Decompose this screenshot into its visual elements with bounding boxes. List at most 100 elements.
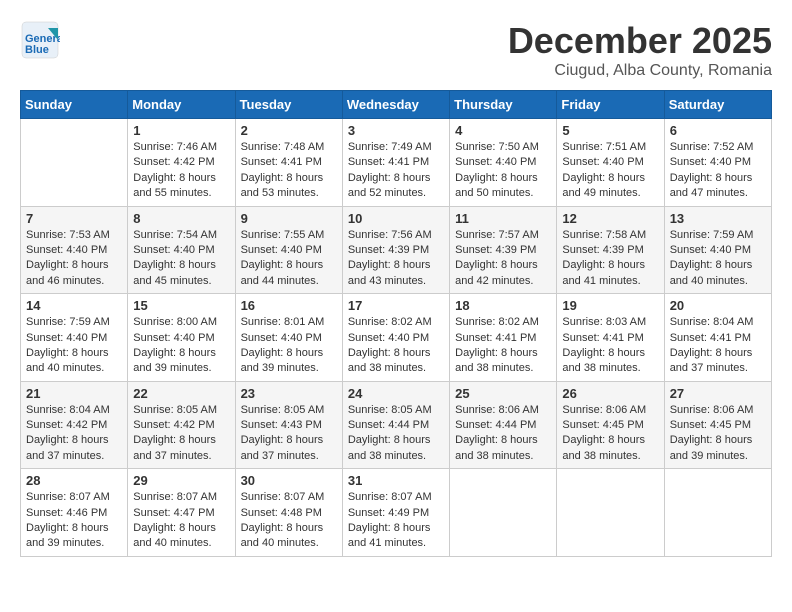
calendar-cell: 8 Sunrise: 7:54 AM Sunset: 4:40 PM Daylig… (128, 206, 235, 294)
page-header: General Blue December 2025 Ciugud, Alba … (20, 20, 772, 80)
calendar-week-5: 28 Sunrise: 8:07 AM Sunset: 4:46 PM Dayli… (21, 469, 772, 557)
day-info: Sunrise: 7:50 AM Sunset: 4:40 PM Dayligh… (455, 140, 551, 202)
calendar-cell: 31 Sunrise: 8:07 AM Sunset: 4:49 PM Dayli… (342, 469, 449, 557)
calendar-cell: 7 Sunrise: 7:53 AM Sunset: 4:40 PM Daylig… (21, 206, 128, 294)
calendar-cell: 25 Sunrise: 8:06 AM Sunset: 4:44 PM Dayli… (450, 381, 557, 469)
day-number: 17 (348, 298, 444, 313)
calendar-cell: 18Sunrise: 8:02 AM Sunset: 4:41 PM Dayli… (450, 294, 557, 382)
day-info: Sunrise: 8:07 AM Sunset: 4:46 PM Dayligh… (26, 490, 122, 552)
weekday-header-tuesday: Tuesday (235, 91, 342, 119)
calendar-table: SundayMondayTuesdayWednesdayThursdayFrid… (20, 90, 772, 557)
calendar-cell: 23 Sunrise: 8:05 AM Sunset: 4:43 PM Dayli… (235, 381, 342, 469)
calendar-cell: 28 Sunrise: 8:07 AM Sunset: 4:46 PM Dayli… (21, 469, 128, 557)
calendar-cell: 16Sunrise: 8:01 AM Sunset: 4:40 PM Dayli… (235, 294, 342, 382)
weekday-header-row: SundayMondayTuesdayWednesdayThursdayFrid… (21, 91, 772, 119)
title-block: December 2025 Ciugud, Alba County, Roman… (508, 20, 772, 80)
day-info: Sunrise: 8:02 AM Sunset: 4:40 PM Dayligh… (348, 315, 444, 377)
day-info: Sunrise: 7:54 AM Sunset: 4:40 PM Dayligh… (133, 228, 229, 290)
svg-text:Blue: Blue (25, 44, 49, 56)
weekday-header-monday: Monday (128, 91, 235, 119)
calendar-cell (557, 469, 664, 557)
calendar-cell: 15Sunrise: 8:00 AM Sunset: 4:40 PM Dayli… (128, 294, 235, 382)
day-number: 8 (133, 211, 229, 226)
calendar-cell (664, 469, 771, 557)
day-number: 13 (670, 211, 766, 226)
day-number: 23 (241, 386, 337, 401)
calendar-cell: 21 Sunrise: 8:04 AM Sunset: 4:42 PM Dayli… (21, 381, 128, 469)
day-info: Sunrise: 8:02 AM Sunset: 4:41 PM Dayligh… (455, 315, 551, 377)
day-number: 16 (241, 298, 337, 313)
day-info: Sunrise: 7:46 AM Sunset: 4:42 PM Dayligh… (133, 140, 229, 202)
day-number: 5 (562, 123, 658, 138)
day-info: Sunrise: 7:57 AM Sunset: 4:39 PM Dayligh… (455, 228, 551, 290)
calendar-cell: 14Sunrise: 7:59 AM Sunset: 4:40 PM Dayli… (21, 294, 128, 382)
day-info: Sunrise: 7:51 AM Sunset: 4:40 PM Dayligh… (562, 140, 658, 202)
calendar-cell: 19 Sunrise: 8:03 AM Sunset: 4:41 PM Dayli… (557, 294, 664, 382)
calendar-cell: 2Sunrise: 7:48 AM Sunset: 4:41 PM Daylig… (235, 119, 342, 207)
day-number: 11 (455, 211, 551, 226)
calendar-cell: 4 Sunrise: 7:50 AM Sunset: 4:40 PM Daylig… (450, 119, 557, 207)
day-info: Sunrise: 8:05 AM Sunset: 4:44 PM Dayligh… (348, 403, 444, 465)
day-number: 1 (133, 123, 229, 138)
day-info: Sunrise: 8:04 AM Sunset: 4:42 PM Dayligh… (26, 403, 122, 465)
logo-icon: General Blue (20, 20, 60, 60)
day-number: 25 (455, 386, 551, 401)
day-info: Sunrise: 7:53 AM Sunset: 4:40 PM Dayligh… (26, 228, 122, 290)
day-info: Sunrise: 8:06 AM Sunset: 4:44 PM Dayligh… (455, 403, 551, 465)
month-title: December 2025 (508, 20, 772, 62)
calendar-cell: 24 Sunrise: 8:05 AM Sunset: 4:44 PM Dayli… (342, 381, 449, 469)
calendar-week-2: 7 Sunrise: 7:53 AM Sunset: 4:40 PM Daylig… (21, 206, 772, 294)
day-info: Sunrise: 8:07 AM Sunset: 4:48 PM Dayligh… (241, 490, 337, 552)
day-info: Sunrise: 8:04 AM Sunset: 4:41 PM Dayligh… (670, 315, 766, 377)
calendar-cell: 30 Sunrise: 8:07 AM Sunset: 4:48 PM Dayli… (235, 469, 342, 557)
day-info: Sunrise: 8:05 AM Sunset: 4:42 PM Dayligh… (133, 403, 229, 465)
calendar-week-1: 1 Sunrise: 7:46 AM Sunset: 4:42 PM Daylig… (21, 119, 772, 207)
calendar-cell: 27 Sunrise: 8:06 AM Sunset: 4:45 PM Dayli… (664, 381, 771, 469)
day-info: Sunrise: 7:52 AM Sunset: 4:40 PM Dayligh… (670, 140, 766, 202)
day-info: Sunrise: 7:59 AM Sunset: 4:40 PM Dayligh… (670, 228, 766, 290)
day-number: 20 (670, 298, 766, 313)
calendar-cell (450, 469, 557, 557)
day-number: 19 (562, 298, 658, 313)
calendar-cell: 11 Sunrise: 7:57 AM Sunset: 4:39 PM Dayli… (450, 206, 557, 294)
day-number: 9 (241, 211, 337, 226)
day-info: Sunrise: 8:03 AM Sunset: 4:41 PM Dayligh… (562, 315, 658, 377)
day-number: 28 (26, 473, 122, 488)
day-number: 21 (26, 386, 122, 401)
day-number: 7 (26, 211, 122, 226)
day-info: Sunrise: 8:06 AM Sunset: 4:45 PM Dayligh… (670, 403, 766, 465)
day-number: 10 (348, 211, 444, 226)
calendar-cell: 12 Sunrise: 7:58 AM Sunset: 4:39 PM Dayli… (557, 206, 664, 294)
day-info: Sunrise: 8:05 AM Sunset: 4:43 PM Dayligh… (241, 403, 337, 465)
day-number: 3 (348, 123, 444, 138)
day-info: Sunrise: 7:58 AM Sunset: 4:39 PM Dayligh… (562, 228, 658, 290)
day-info: Sunrise: 8:07 AM Sunset: 4:49 PM Dayligh… (348, 490, 444, 552)
weekday-header-saturday: Saturday (664, 91, 771, 119)
logo: General Blue (20, 20, 60, 60)
day-info: Sunrise: 7:59 AM Sunset: 4:40 PM Dayligh… (26, 315, 122, 377)
weekday-header-wednesday: Wednesday (342, 91, 449, 119)
calendar-cell: 3 Sunrise: 7:49 AM Sunset: 4:41 PM Daylig… (342, 119, 449, 207)
calendar-cell (21, 119, 128, 207)
calendar-cell: 1 Sunrise: 7:46 AM Sunset: 4:42 PM Daylig… (128, 119, 235, 207)
weekday-header-sunday: Sunday (21, 91, 128, 119)
day-info: Sunrise: 7:55 AM Sunset: 4:40 PM Dayligh… (241, 228, 337, 290)
day-info: Sunrise: 7:56 AM Sunset: 4:39 PM Dayligh… (348, 228, 444, 290)
day-number: 27 (670, 386, 766, 401)
day-number: 12 (562, 211, 658, 226)
day-info: Sunrise: 7:49 AM Sunset: 4:41 PM Dayligh… (348, 140, 444, 202)
day-number: 24 (348, 386, 444, 401)
calendar-cell: 17 Sunrise: 8:02 AM Sunset: 4:40 PM Dayli… (342, 294, 449, 382)
day-info: Sunrise: 8:06 AM Sunset: 4:45 PM Dayligh… (562, 403, 658, 465)
day-number: 29 (133, 473, 229, 488)
calendar-cell: 5 Sunrise: 7:51 AM Sunset: 4:40 PM Daylig… (557, 119, 664, 207)
day-number: 4 (455, 123, 551, 138)
calendar-cell: 26 Sunrise: 8:06 AM Sunset: 4:45 PM Dayli… (557, 381, 664, 469)
day-number: 31 (348, 473, 444, 488)
calendar-cell: 9 Sunrise: 7:55 AM Sunset: 4:40 PM Daylig… (235, 206, 342, 294)
calendar-week-3: 14Sunrise: 7:59 AM Sunset: 4:40 PM Dayli… (21, 294, 772, 382)
day-info: Sunrise: 7:48 AM Sunset: 4:41 PM Dayligh… (241, 140, 337, 202)
day-number: 30 (241, 473, 337, 488)
calendar-cell: 22Sunrise: 8:05 AM Sunset: 4:42 PM Dayli… (128, 381, 235, 469)
day-number: 26 (562, 386, 658, 401)
